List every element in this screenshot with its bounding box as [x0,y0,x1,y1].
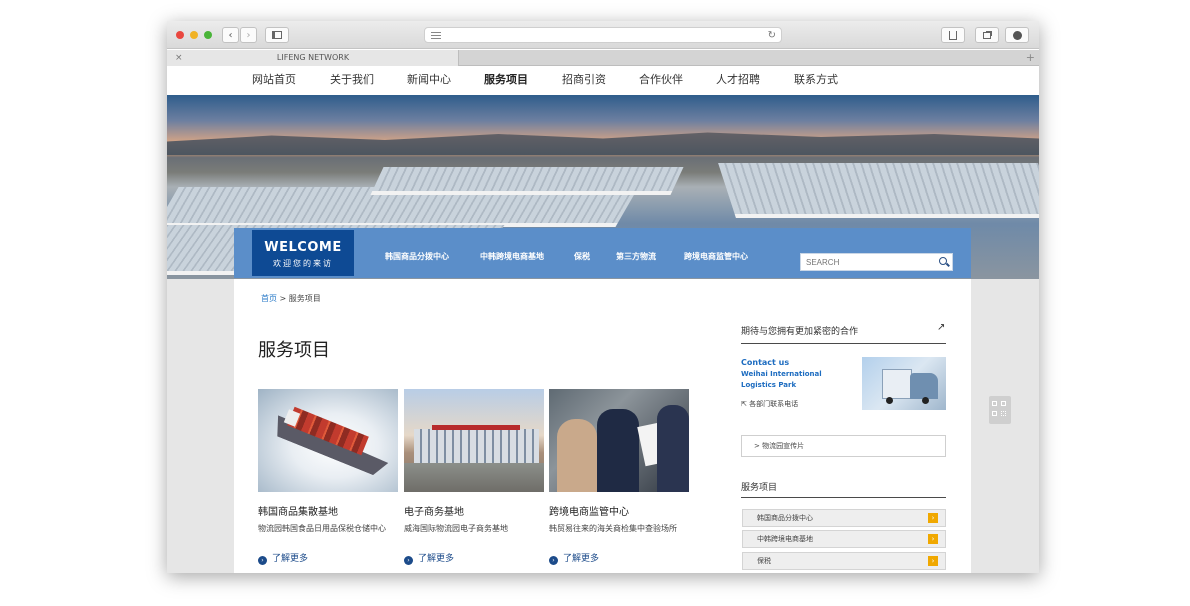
breadcrumb: 首页 > 服务项目 [261,293,321,304]
contact-heading: 期待与您拥有更加紧密的合作 [741,327,859,337]
forward-button[interactable]: › [240,27,257,43]
downloads-button[interactable] [1005,27,1029,43]
nav-item-news[interactable]: 新闻中心 [407,67,451,93]
learn-more-label: 了解更多 [563,554,600,564]
learn-more-link[interactable]: › 了解更多 [404,551,454,565]
sidebar-item-bonded[interactable]: 保税 › [742,552,946,570]
nav-item-careers[interactable]: 人才招聘 [716,67,760,93]
subnav-item-supervision[interactable]: 跨境电商监管中心 [684,228,748,286]
tabs-overview-button[interactable] [975,27,999,43]
chevron-right-icon: › [928,534,938,544]
sidebar-item-distribution[interactable]: 韩国商品分拨中心 › [742,509,946,527]
arrow-up-right-icon[interactable]: ↗ [937,322,945,333]
learn-more-label: 了解更多 [272,554,309,564]
arrow-right-icon: › [404,556,413,565]
arrow-right-icon: › [549,556,558,565]
service-name[interactable]: 韩国商品集散基地 [258,503,338,518]
arrow-right-icon: › [258,556,267,565]
sidebar-item-label: 保税 [757,557,771,565]
contact-title: Contact us [741,358,790,367]
learn-more-label: 了解更多 [418,554,455,564]
contact-phone-link[interactable]: ⇱ 各部门联系电话 [741,399,798,409]
chevron-left-icon: ‹ [228,29,233,41]
download-icon [1012,30,1022,40]
tab-bar: × LIFENG NETWORK + [167,50,1039,66]
breadcrumb-home[interactable]: 首页 [261,294,277,303]
welcome-band: WELCOME 欢迎您的来访 韩国商品分拨中心 中韩跨境电商基地 保税 第三方物… [234,228,971,278]
site-nav: 网站首页 关于我们 新闻中心 服务项目 招商引资 合作伙伴 人才招聘 联系方式 [167,67,1039,95]
service-name[interactable]: 电子商务基地 [404,503,464,518]
service-desc: 物流园韩国食品日用品保税仓储中心 [258,524,386,533]
breadcrumb-current: 服务项目 [288,294,321,303]
window-minimize-button[interactable] [190,31,198,39]
ship-image[interactable] [258,389,398,492]
welcome-subtitle: 欢迎您的来访 [273,259,333,268]
browser-titlebar: ‹ › ↻ [167,21,1039,49]
browser-tab[interactable]: × LIFENG NETWORK [167,50,459,66]
subnav-item-bonded[interactable]: 保税 [574,228,590,286]
service-desc: 韩贸易往来的海关商检集中查验场所 [549,524,677,533]
nav-item-home[interactable]: 网站首页 [252,67,296,93]
truck-image [862,357,946,410]
share-button[interactable] [941,27,965,43]
learn-more-link[interactable]: › 了解更多 [549,551,599,565]
nav-item-partners[interactable]: 合作伙伴 [639,67,683,93]
sidebar-icon [272,31,282,39]
search-icon[interactable] [939,257,947,265]
sidebar-item-label: 韩国商品分拨中心 [757,514,813,522]
sidebar-item-ecommerce[interactable]: 中韩跨境电商基地 › [742,530,946,548]
warehouse-roof [370,167,684,195]
tab-title: LIFENG NETWORK [276,53,350,62]
address-bar[interactable]: ↻ [424,27,782,43]
chevron-right-icon: › [928,513,938,523]
tabs-icon [983,31,991,39]
customs-inspection-image[interactable] [549,389,689,492]
subnav-item-ecommerce[interactable]: 中韩跨境电商基地 [480,228,544,286]
service-desc: 威海国际物流园电子商务基地 [404,524,508,533]
welcome-title: WELCOME [264,240,342,255]
building-image[interactable] [404,389,544,492]
sidebar-toggle-button[interactable] [265,27,289,43]
warehouse-roof [718,163,1039,218]
chevron-right-icon: › [246,29,251,41]
contact-phone-label: 各部门联系电话 [749,400,799,408]
chevron-right-icon: > [754,442,760,450]
breadcrumb-separator: > [279,294,287,303]
nav-item-services[interactable]: 服务项目 [484,67,528,93]
nav-item-investment[interactable]: 招商引资 [562,67,606,93]
contact-company: Weihai International Logistics Park [741,370,822,389]
subnav-item-distribution[interactable]: 韩国商品分拨中心 [385,228,449,286]
search-box [800,253,953,271]
services-heading: 服务项目 [741,483,778,493]
external-link-icon: ⇱ [741,400,747,408]
reader-icon [431,32,441,39]
welcome-box: WELCOME 欢迎您的来访 [252,230,354,276]
learn-more-link[interactable]: › 了解更多 [258,551,308,565]
sidebar-item-label: 中韩跨境电商基地 [757,535,813,543]
window-maximize-button[interactable] [204,31,212,39]
video-link[interactable]: > 物流园宣传片 [741,435,946,457]
browser-window: ‹ › ↻ × LIFENG NETWORK + 网站首页 关于我们 新闻中心 … [167,21,1039,573]
page-title: 服务项目 [258,340,330,361]
qr-code-button[interactable] [989,396,1011,424]
new-tab-button[interactable]: + [1026,50,1035,65]
chevron-right-icon: › [928,556,938,566]
share-icon [949,30,957,40]
divider [741,497,946,498]
video-link-label: 物流园宣传片 [762,442,805,450]
reload-icon[interactable]: ↻ [768,28,776,43]
nav-item-contact[interactable]: 联系方式 [794,67,838,93]
back-button[interactable]: ‹ [222,27,239,43]
service-name[interactable]: 跨境电商监管中心 [549,503,629,518]
hero-hills [167,132,1039,155]
nav-item-about[interactable]: 关于我们 [330,67,374,93]
subnav-item-logistics[interactable]: 第三方物流 [616,228,656,286]
window-close-button[interactable] [176,31,184,39]
divider [741,343,946,344]
search-input[interactable] [806,254,926,270]
content-panel: 首页 > 服务项目 服务项目 韩国商品集散基地 物流园韩国食品日用品保税仓储中心… [234,279,971,573]
